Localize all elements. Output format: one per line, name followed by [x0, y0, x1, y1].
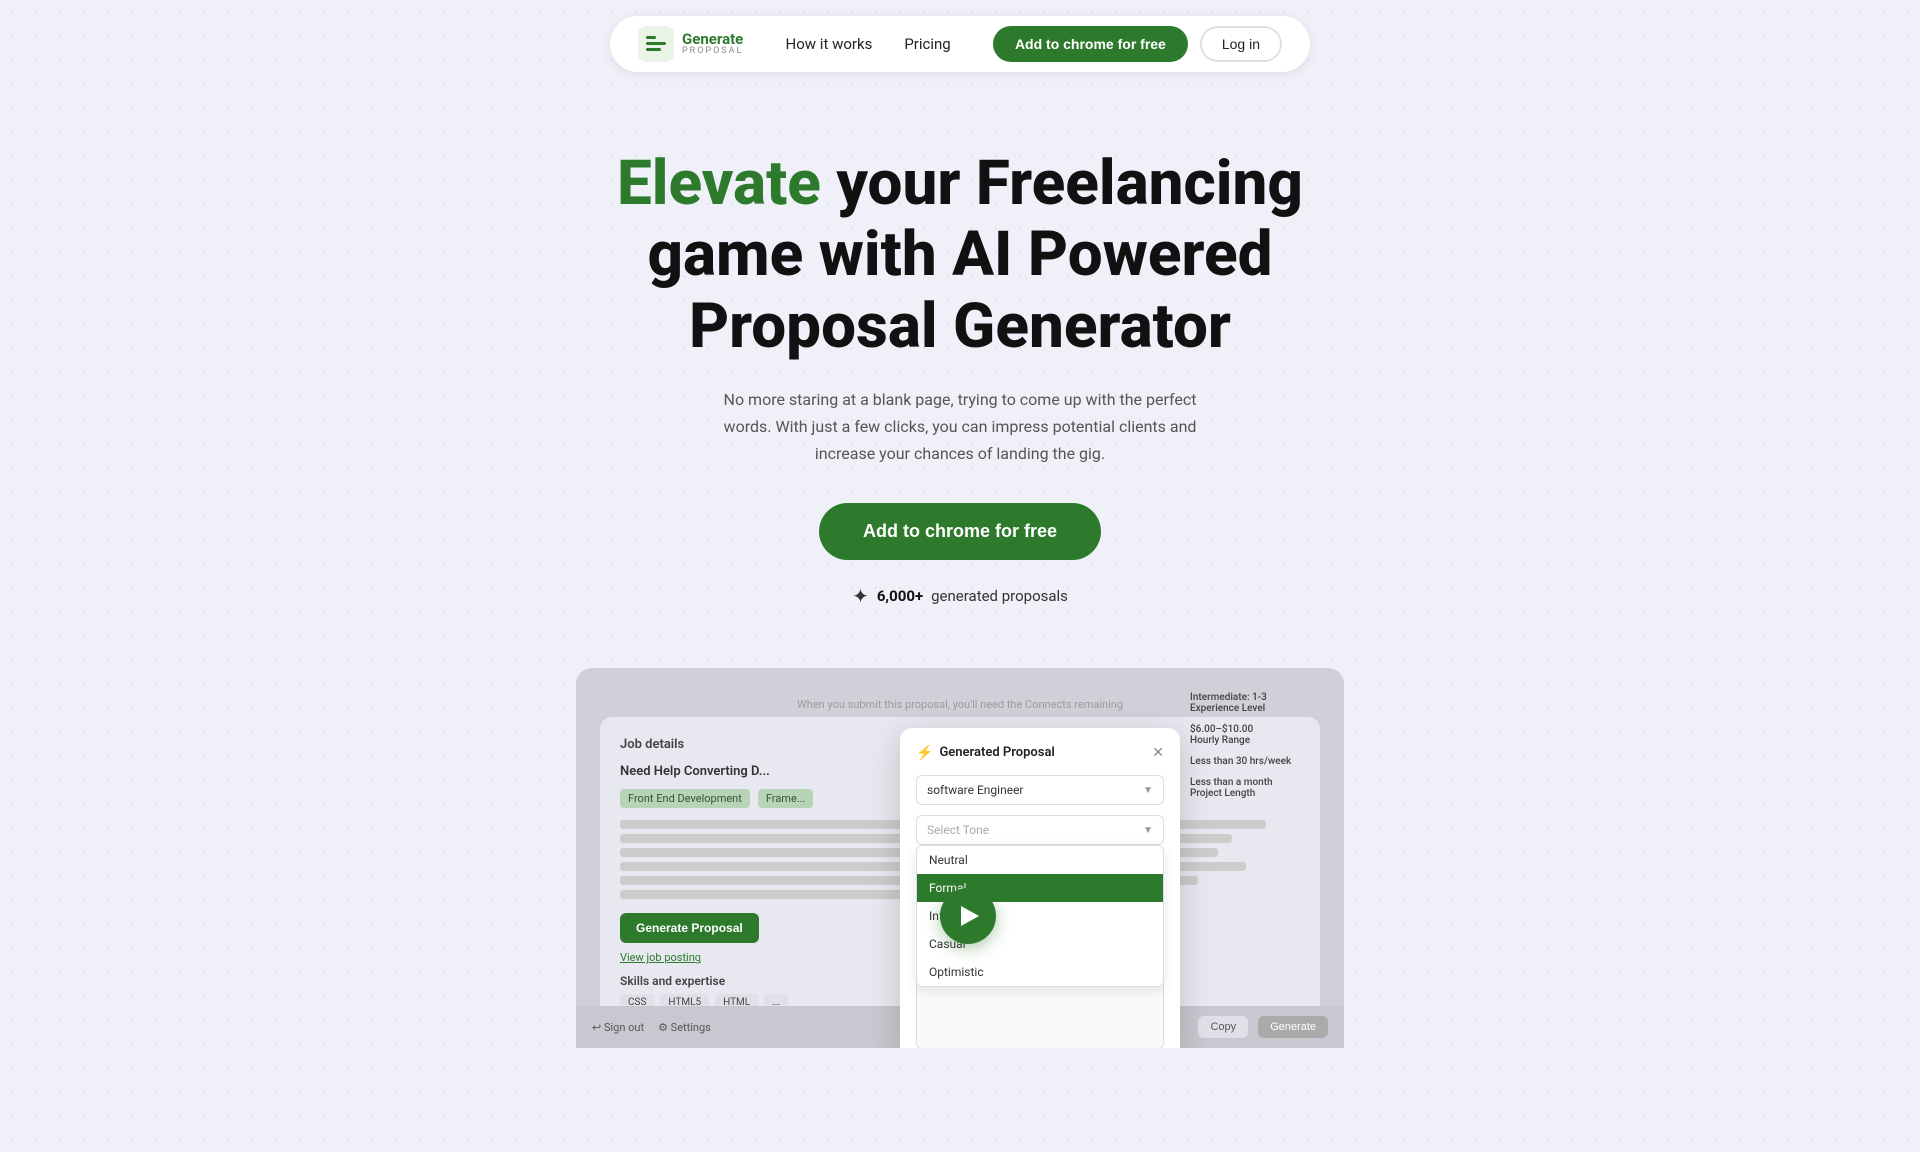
modal-header: ⚡ Generated Proposal ✕ — [916, 744, 1164, 761]
logo-icon — [638, 26, 674, 62]
demo-section: When you submit this proposal, you'll ne… — [560, 668, 1360, 1048]
demo-tag-frame: Frame... — [758, 789, 814, 808]
nav-pricing[interactable]: Pricing — [904, 35, 950, 53]
demo-info-experience: Intermediate: 1-3Experience Level — [1190, 692, 1320, 714]
nav-login-button[interactable]: Log in — [1200, 26, 1282, 62]
demo-info-hourly: $6.00–$10.00Hourly Range — [1190, 724, 1320, 746]
modal-role-value: software Engineer — [927, 783, 1024, 797]
demo-generate-button-sm[interactable]: Generate — [1258, 1016, 1328, 1038]
demo-copy-button[interactable]: Copy — [1198, 1016, 1248, 1038]
modal-role-select[interactable]: software Engineer ▼ — [916, 775, 1164, 805]
demo-bottom-left: ↩ Sign out ⚙ Settings — [592, 1021, 711, 1034]
badge-text: generated proposals — [931, 587, 1068, 605]
logo-proposal-text: PROPOSAL — [682, 47, 743, 57]
demo-tag-frontend: Front End Development — [620, 789, 750, 808]
demo-bottom-right: Copy Generate — [1198, 1016, 1328, 1038]
navbar: Generate PROPOSAL How it works Pricing A… — [0, 0, 1920, 88]
modal-title-text: Generated Proposal — [939, 745, 1054, 760]
play-button-container — [940, 888, 996, 944]
demo-info-length: Less than a monthProject Length — [1190, 777, 1320, 799]
modal-role-chevron: ▼ — [1143, 785, 1153, 796]
modal-title-row: ⚡ Generated Proposal — [916, 745, 1055, 761]
hero-title-highlight: Elevate — [617, 147, 821, 220]
nav-add-chrome-button[interactable]: Add to chrome for free — [993, 26, 1188, 62]
badge-count: 6,000+ — [877, 587, 923, 605]
tone-select-button[interactable]: Select Tone ▼ — [916, 815, 1164, 845]
hero-badge: ✦ 6,000+ generated proposals — [20, 584, 1900, 608]
sparkle-icon: ✦ — [852, 584, 869, 608]
modal-lightning-icon: ⚡ — [916, 745, 933, 761]
tone-option-neutral[interactable]: Neutral — [917, 846, 1163, 874]
nav-actions: Add to chrome for free Log in — [993, 26, 1282, 62]
logo-generate-text: Generate — [682, 31, 743, 48]
demo-sign-out-link[interactable]: ↩ Sign out — [592, 1021, 644, 1034]
hero-section: Elevate your Freelancing game with AI Po… — [0, 88, 1920, 648]
modal-close-button[interactable]: ✕ — [1152, 744, 1164, 761]
tone-dropdown: Select Tone ▼ Neutral Formal Informal Ca… — [916, 815, 1164, 845]
hero-add-chrome-button[interactable]: Add to chrome for free — [819, 503, 1101, 560]
demo-settings-link[interactable]: ⚙ Settings — [658, 1021, 711, 1034]
logo[interactable]: Generate PROPOSAL — [638, 26, 743, 62]
nav-how-it-works[interactable]: How it works — [786, 35, 873, 53]
demo-info-hours: Less than 30 hrs/week — [1190, 756, 1320, 767]
play-icon — [961, 906, 979, 926]
hero-title: Elevate your Freelancing game with AI Po… — [610, 148, 1310, 362]
demo-generate-proposal-button[interactable]: Generate Proposal — [620, 913, 759, 943]
tone-placeholder: Select Tone — [927, 823, 989, 837]
nav-links: How it works Pricing — [783, 35, 953, 53]
play-button[interactable] — [940, 888, 996, 944]
tone-chevron-icon: ▼ — [1143, 825, 1153, 836]
demo-right-info: Intermediate: 1-3Experience Level $6.00–… — [1190, 692, 1320, 809]
hero-subtitle: No more staring at a blank page, trying … — [720, 386, 1200, 468]
tone-option-optimistic[interactable]: Optimistic — [917, 958, 1163, 986]
demo-container: When you submit this proposal, you'll ne… — [576, 668, 1344, 1048]
